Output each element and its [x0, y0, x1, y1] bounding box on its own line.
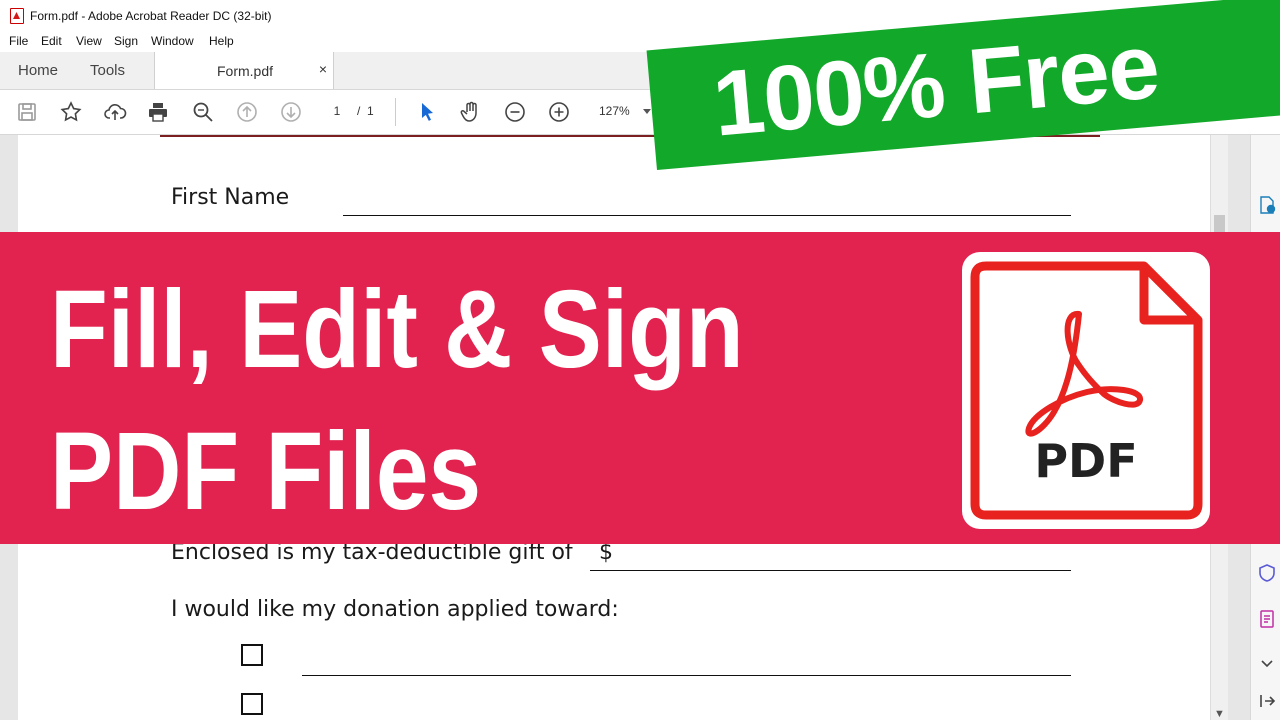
- headline-line-2: PDF Files: [50, 410, 482, 533]
- tab-home[interactable]: Home: [18, 62, 58, 79]
- donation-option-field-1[interactable]: [302, 675, 1071, 676]
- page-separator: /: [357, 104, 361, 118]
- menu-view[interactable]: View: [76, 34, 102, 48]
- acrobat-logo-icon: [1025, 311, 1143, 437]
- bookmark-star-icon[interactable]: [59, 100, 83, 124]
- collapse-pane-icon[interactable]: [1257, 691, 1277, 711]
- total-pages: 1: [367, 104, 374, 118]
- gift-amount-field[interactable]: [590, 570, 1071, 571]
- menu-file[interactable]: File: [9, 34, 28, 48]
- toolbar-divider: [395, 98, 396, 126]
- chevron-down-icon: [643, 109, 651, 114]
- pdf-icon-label: PDF: [1034, 434, 1138, 488]
- edit-form-icon[interactable]: [1257, 609, 1277, 629]
- save-icon[interactable]: [15, 100, 39, 124]
- select-arrow-icon[interactable]: [415, 100, 439, 124]
- print-icon[interactable]: [146, 100, 170, 124]
- page-count: / 1: [357, 104, 374, 118]
- page-up-icon[interactable]: [235, 100, 259, 124]
- menu-sign[interactable]: Sign: [114, 34, 138, 48]
- document-tab-label: Form.pdf: [217, 63, 274, 79]
- donation-label: I would like my donation applied toward:: [171, 597, 619, 622]
- chevron-down-icon[interactable]: [1257, 653, 1277, 673]
- first-name-field[interactable]: [343, 215, 1071, 216]
- tab-document[interactable]: Form.pdf ×: [154, 52, 334, 89]
- first-name-label: First Name: [171, 185, 290, 210]
- zoom-in-icon[interactable]: [547, 100, 571, 124]
- menu-edit[interactable]: Edit: [41, 34, 62, 48]
- menu-help[interactable]: Help: [209, 34, 234, 48]
- donation-checkbox-2[interactable]: [241, 693, 263, 715]
- current-page-input[interactable]: 1: [323, 100, 351, 122]
- protect-shield-icon[interactable]: [1257, 563, 1277, 583]
- headline-line-1: Fill, Edit & Sign: [50, 268, 744, 391]
- menu-window[interactable]: Window: [151, 34, 194, 48]
- zoom-search-icon[interactable]: [191, 100, 215, 124]
- export-pdf-icon[interactable]: [1257, 195, 1277, 215]
- zoom-out-icon[interactable]: [503, 100, 527, 124]
- close-tab-icon[interactable]: ×: [319, 61, 327, 77]
- zoom-level-select[interactable]: 127%: [589, 100, 659, 122]
- acrobat-app-icon: [10, 8, 24, 24]
- donation-checkbox-1[interactable]: [241, 644, 263, 666]
- scroll-down-icon[interactable]: ▼: [1214, 708, 1225, 720]
- pdf-file-icon: PDF: [962, 252, 1210, 529]
- headline-banner: Fill, Edit & Sign PDF Files PDF: [0, 232, 1280, 544]
- upload-cloud-icon[interactable]: [103, 100, 127, 124]
- page-down-icon[interactable]: [279, 100, 303, 124]
- zoom-level-value: 127%: [599, 104, 630, 118]
- tab-tools[interactable]: Tools: [90, 62, 125, 79]
- hand-icon[interactable]: [459, 100, 483, 124]
- window-title: Form.pdf - Adobe Acrobat Reader DC (32-b…: [30, 9, 272, 23]
